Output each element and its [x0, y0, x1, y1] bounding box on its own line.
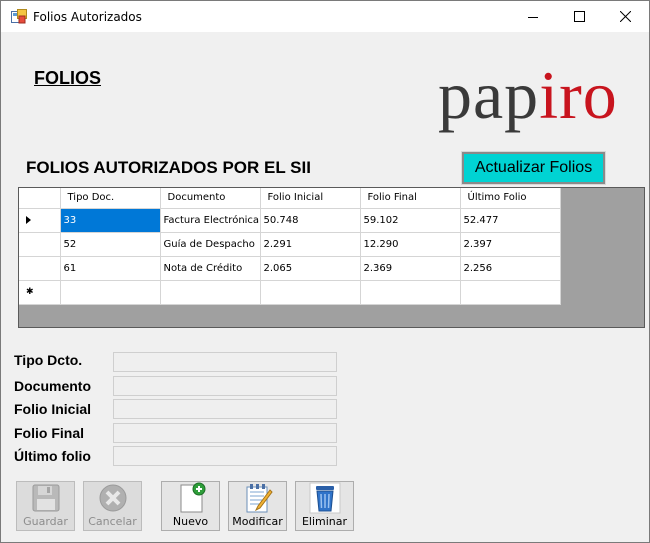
table-cell[interactable]: 33	[60, 208, 161, 233]
row-header[interactable]: ✱	[19, 280, 61, 305]
table-cell[interactable]: 2.256	[460, 256, 561, 281]
row-header-corner	[19, 188, 61, 209]
title-bar[interactable]: Folios Autorizados	[1, 1, 649, 32]
save-button[interactable]: Guardar	[16, 481, 75, 531]
label-tipo-dcto: Tipo Dcto.	[14, 352, 83, 368]
documento-field[interactable]	[113, 376, 337, 396]
app-icon	[11, 9, 27, 25]
column-header-tipo-doc[interactable]: Tipo Doc.	[60, 188, 161, 209]
logo-text-red: iro	[539, 57, 618, 133]
cancel-x-icon	[97, 482, 129, 514]
table-cell[interactable]: 2.397	[460, 232, 561, 257]
table-cell[interactable]: Guía de Despacho	[160, 232, 261, 257]
table-cell[interactable]	[160, 280, 261, 305]
column-header-ultimo-folio[interactable]: Último Folio	[460, 188, 561, 209]
table-cell[interactable]: 12.290	[360, 232, 461, 257]
folios-grid[interactable]: Tipo Doc. Documento Folio Inicial Folio …	[18, 187, 645, 328]
tipo-dcto-field[interactable]	[113, 352, 337, 372]
folios-table: Tipo Doc. Documento Folio Inicial Folio …	[19, 188, 561, 305]
label-folio-inicial: Folio Inicial	[14, 401, 92, 417]
table-cell[interactable]: 59.102	[360, 208, 461, 233]
new-label: Nuevo	[172, 515, 209, 528]
table-cell[interactable]	[260, 280, 361, 305]
page-title: FOLIOS	[34, 68, 101, 88]
delete-label: Eliminar	[301, 515, 348, 528]
table-cell[interactable]: 50.748	[260, 208, 361, 233]
cancel-button[interactable]: Cancelar	[83, 481, 142, 531]
cancel-label: Cancelar	[88, 515, 137, 528]
table-cell[interactable]: 52	[60, 232, 161, 257]
column-header-documento[interactable]: Documento	[160, 188, 261, 209]
table-cell[interactable]: 2.369	[360, 256, 461, 281]
table-cell[interactable]: 2.065	[260, 256, 361, 281]
row-header[interactable]	[19, 232, 61, 257]
label-ultimo-folio: Último folio	[14, 448, 91, 464]
form-client-area: FOLIOS papiro FOLIOS AUTORIZADOS POR EL …	[1, 32, 649, 542]
maximize-icon	[573, 11, 585, 22]
table-cell[interactable]: 52.477	[460, 208, 561, 233]
table-row[interactable]: 33 Factura Electrónica 50.748 59.102 52.…	[19, 208, 561, 233]
close-button[interactable]	[602, 1, 648, 32]
table-cell[interactable]: 61	[60, 256, 161, 281]
folio-inicial-field[interactable]	[113, 399, 337, 419]
save-label: Guardar	[23, 515, 68, 528]
section-title: FOLIOS AUTORIZADOS POR EL SII	[26, 158, 311, 177]
window-title: Folios Autorizados	[33, 10, 142, 24]
close-icon	[619, 11, 631, 22]
logo-text-dark: pap	[438, 57, 540, 133]
table-row[interactable]: 61 Nota de Crédito 2.065 2.369 2.256	[19, 256, 561, 281]
ultimo-folio-field[interactable]	[113, 446, 337, 466]
label-documento: Documento	[14, 378, 91, 394]
table-cell[interactable]	[460, 280, 561, 305]
table-row[interactable]: 52 Guía de Despacho 2.291 12.290 2.397	[19, 232, 561, 257]
maximize-button[interactable]	[556, 1, 602, 32]
new-document-icon	[175, 482, 207, 514]
minimize-button[interactable]	[510, 1, 556, 32]
table-cell[interactable]	[60, 280, 161, 305]
table-cell[interactable]: 2.291	[260, 232, 361, 257]
column-header-folio-inicial[interactable]: Folio Inicial	[260, 188, 361, 209]
table-cell[interactable]	[360, 280, 461, 305]
table-cell[interactable]: Factura Electrónica	[160, 208, 261, 233]
row-header[interactable]	[19, 256, 61, 281]
current-row-arrow-icon	[26, 216, 31, 224]
row-header[interactable]	[19, 208, 61, 233]
table-cell[interactable]: Nota de Crédito	[160, 256, 261, 281]
minimize-icon	[528, 12, 538, 22]
delete-button[interactable]: Eliminar	[295, 481, 354, 531]
new-row[interactable]: ✱	[19, 280, 561, 305]
new-button[interactable]: Nuevo	[161, 481, 220, 531]
floppy-disk-icon	[30, 482, 62, 514]
grid-header-row: Tipo Doc. Documento Folio Inicial Folio …	[19, 188, 561, 209]
label-folio-final: Folio Final	[14, 425, 84, 441]
refresh-folios-button[interactable]: Actualizar Folios	[461, 151, 606, 185]
edit-notepad-icon	[242, 482, 274, 514]
modify-label: Modificar	[232, 515, 283, 528]
new-row-asterisk-icon: ✱	[26, 286, 34, 297]
folio-final-field[interactable]	[113, 423, 337, 443]
modify-button[interactable]: Modificar	[228, 481, 287, 531]
app-window: Folios Autorizados FOLIOS papiro FOLIOS …	[0, 0, 650, 543]
papiro-logo: papiro	[438, 60, 618, 132]
trash-bin-icon	[309, 482, 341, 514]
column-header-folio-final[interactable]: Folio Final	[360, 188, 461, 209]
